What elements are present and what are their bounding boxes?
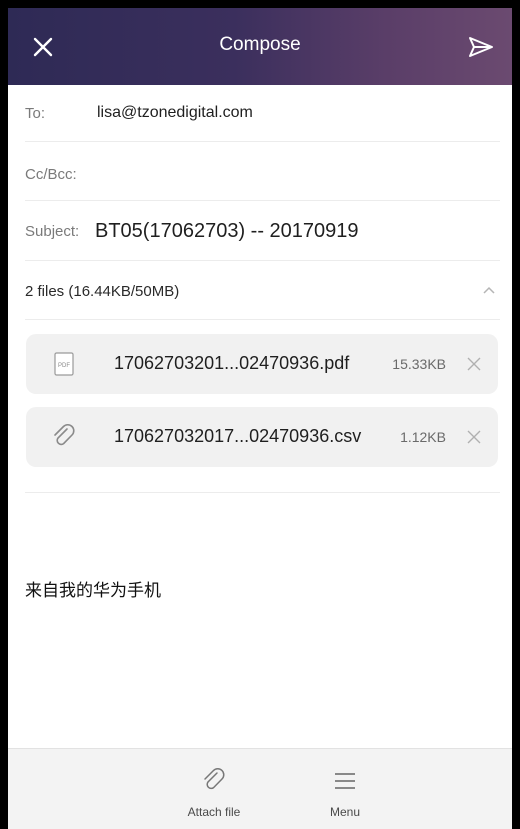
subject-value[interactable]: BT05(17062703) -- 20170919 <box>95 220 359 243</box>
to-recipient[interactable]: lisa@tzonedigital.com <box>97 104 253 122</box>
attachments-header[interactable]: 2 files (16.44KB/50MB) <box>25 261 500 320</box>
subject-label: Subject: <box>25 223 80 240</box>
attachments-summary: 2 files (16.44KB/50MB) <box>25 283 180 300</box>
chevron-up-icon[interactable] <box>482 285 496 295</box>
send-icon[interactable] <box>464 30 498 64</box>
pdf-file-icon: PDF <box>54 352 74 376</box>
hamburger-menu-icon <box>335 773 355 789</box>
cc-bcc-field[interactable]: Cc/Bcc: <box>25 142 500 201</box>
message-body[interactable]: 来自我的华为手机 <box>25 576 161 601</box>
attachment-size: 1.12KB <box>400 429 446 445</box>
attachment-item[interactable]: PDF 17062703201...02470936.pdf 15.33KB <box>26 334 498 394</box>
to-label: To: <box>25 105 46 122</box>
app-bar: Compose <box>8 8 512 85</box>
to-field[interactable]: To: lisa@tzonedigital.com <box>25 86 500 142</box>
paperclip-icon <box>54 424 75 446</box>
menu-button[interactable]: Menu <box>285 749 405 829</box>
remove-attachment-icon[interactable] <box>464 354 484 374</box>
menu-label: Menu <box>329 805 361 819</box>
paperclip-icon <box>204 768 225 790</box>
attachment-item[interactable]: 170627032017...02470936.csv 1.12KB <box>26 407 498 467</box>
divider <box>25 492 500 493</box>
attachment-size: 15.33KB <box>392 356 446 372</box>
bottom-toolbar: Attach file Menu <box>8 748 512 829</box>
subject-field[interactable]: Subject: BT05(17062703) -- 20170919 <box>25 201 500 261</box>
pdf-icon-label: PDF <box>58 363 70 369</box>
cc-bcc-label: Cc/Bcc: <box>25 166 77 183</box>
attach-file-button[interactable]: Attach file <box>154 749 274 829</box>
attachment-name: 170627032017...02470936.csv <box>114 426 362 446</box>
page-title: Compose <box>219 34 301 55</box>
compose-screen: Compose To: lisa@tzonedigital.com Cc/Bcc… <box>8 8 512 829</box>
remove-attachment-icon[interactable] <box>464 427 484 447</box>
attach-file-label: Attach file <box>187 805 241 819</box>
attachment-name: 17062703201...02470936.pdf <box>114 353 350 373</box>
